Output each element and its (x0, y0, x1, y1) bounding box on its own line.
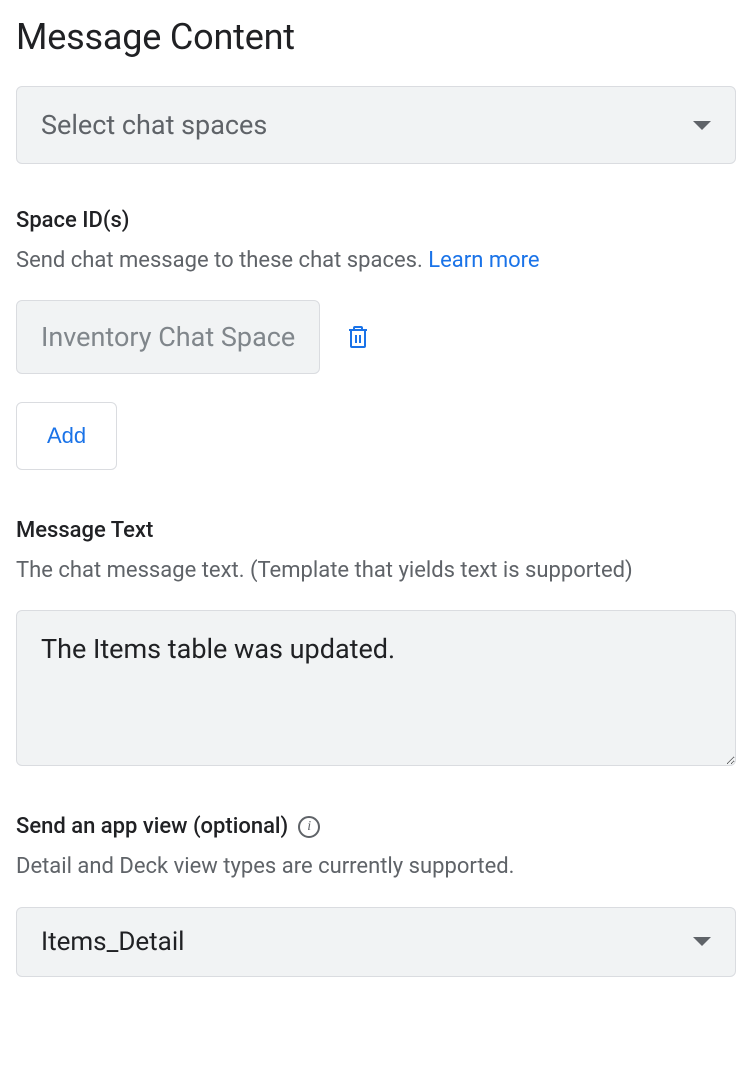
select-chat-spaces-dropdown[interactable]: Select chat spaces (16, 86, 736, 164)
chevron-down-icon (693, 937, 711, 946)
chevron-down-icon (693, 121, 711, 130)
space-ids-help: Send chat message to these chat spaces. … (16, 243, 736, 278)
trash-icon (346, 324, 370, 350)
app-view-dropdown[interactable]: Items_Detail (16, 907, 736, 977)
delete-space-button[interactable] (344, 323, 372, 351)
info-icon[interactable]: i (298, 816, 320, 838)
space-ids-help-text: Send chat message to these chat spaces. (16, 248, 423, 273)
select-chat-spaces-placeholder: Select chat spaces (41, 109, 267, 141)
page-title: Message Content (16, 16, 736, 58)
app-view-label: Send an app view (optional) (16, 814, 288, 839)
message-text-input[interactable] (16, 610, 736, 766)
add-space-button[interactable]: Add (16, 402, 117, 470)
app-view-value: Items_Detail (41, 927, 184, 957)
space-ids-label: Space ID(s) (16, 208, 736, 233)
message-text-label: Message Text (16, 518, 736, 543)
learn-more-link[interactable]: Learn more (428, 248, 539, 273)
space-chip[interactable]: Inventory Chat Space (16, 300, 320, 374)
app-view-help: Detail and Deck view types are currently… (16, 849, 736, 884)
message-text-help: The chat message text. (Template that yi… (16, 553, 736, 588)
